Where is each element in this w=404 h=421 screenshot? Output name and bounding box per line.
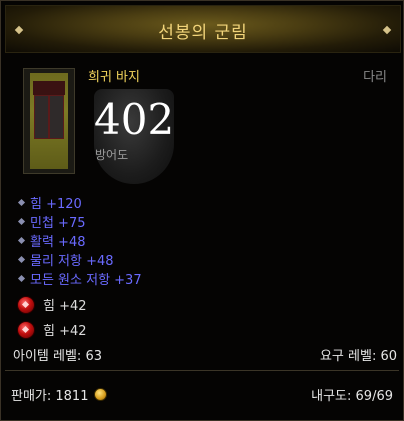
affix-item: 모든 원소 저항 +37 xyxy=(17,269,142,288)
item-title: 선봉의 군림 xyxy=(158,23,248,43)
bullet-icon xyxy=(17,198,26,207)
defense-label: 방어도 xyxy=(95,148,129,162)
affix-item: 활력 +48 xyxy=(17,231,142,250)
bullet-icon xyxy=(17,255,26,264)
pants-icon xyxy=(30,73,68,169)
footer-divider xyxy=(5,370,399,371)
item-slot: 다리 xyxy=(363,70,387,85)
level-row: 아이템 레벨: 63 요구 레벨: 60 xyxy=(13,345,397,364)
durability: 내구도: 69/69 xyxy=(311,389,393,404)
socket-list: 힘 +42 힘 +42 xyxy=(17,292,87,342)
affix-item: 힘 +120 xyxy=(17,193,142,212)
bullet-icon xyxy=(17,274,26,283)
socket-item: 힘 +42 xyxy=(17,317,87,342)
item-rarity-type: 희귀 바지 xyxy=(88,70,140,85)
red-gem-icon xyxy=(17,295,35,314)
sell-price: 판매가: 1811 xyxy=(11,385,108,404)
red-gem-icon xyxy=(17,320,35,339)
affix-item: 물리 저항 +48 xyxy=(17,250,142,269)
tooltip-header: 선봉의 군림 xyxy=(5,5,401,53)
required-level: 요구 레벨: 60 xyxy=(319,349,397,364)
item-level: 아이템 레벨: 63 xyxy=(13,349,102,364)
item-image-frame xyxy=(23,68,75,174)
tooltip-footer: 판매가: 1811 내구도: 69/69 xyxy=(7,381,399,407)
tooltip-body: 희귀 바지 다리 402 방어도 힘 +120 민첩 +75 활력 +48 물리… xyxy=(7,57,397,367)
affix-item: 민첩 +75 xyxy=(17,212,142,231)
item-tooltip: 선봉의 군림 희귀 바지 다리 402 방어도 힘 +120 민첩 +75 활력… xyxy=(0,0,404,421)
defense-value: 402 xyxy=(94,95,175,144)
bullet-icon xyxy=(17,236,26,245)
socket-item: 힘 +42 xyxy=(17,292,87,317)
bullet-icon xyxy=(17,217,26,226)
gold-coin-icon xyxy=(94,388,108,401)
affix-list: 힘 +120 민첩 +75 활력 +48 물리 저항 +48 모든 원소 저항 … xyxy=(17,193,142,288)
